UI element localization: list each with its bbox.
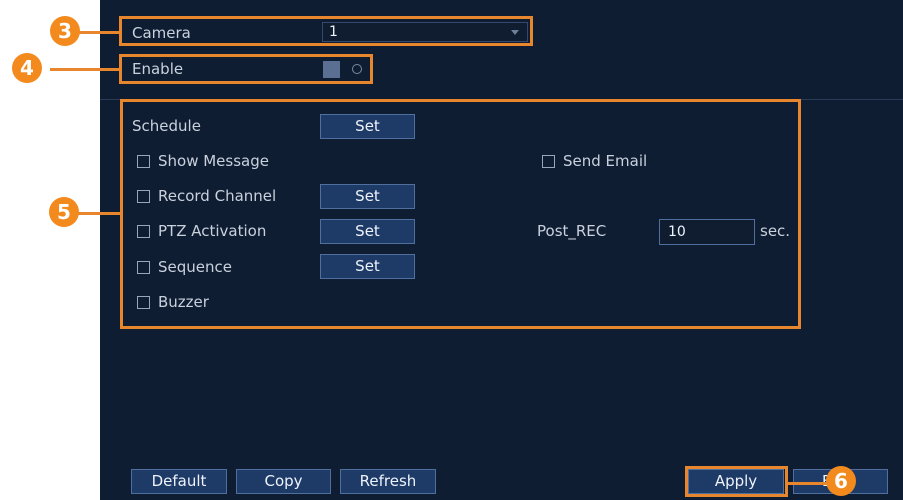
camera-highlight bbox=[119, 16, 533, 46]
callout-4-leader bbox=[50, 68, 120, 71]
apply-highlight bbox=[685, 466, 788, 497]
callout-6-badge: 6 bbox=[826, 466, 856, 496]
callout-3-leader bbox=[76, 31, 120, 34]
refresh-button[interactable]: Refresh bbox=[340, 469, 436, 494]
callout-5-leader bbox=[76, 212, 120, 215]
actions-highlight bbox=[120, 99, 801, 329]
enable-highlight bbox=[119, 54, 373, 84]
callout-4-badge: 4 bbox=[12, 53, 42, 83]
default-button[interactable]: Default bbox=[131, 469, 227, 494]
copy-button[interactable]: Copy bbox=[236, 469, 331, 494]
callout-6-leader bbox=[787, 482, 827, 485]
callout-5-badge: 5 bbox=[49, 197, 79, 227]
callout-3-badge: 3 bbox=[50, 16, 80, 46]
